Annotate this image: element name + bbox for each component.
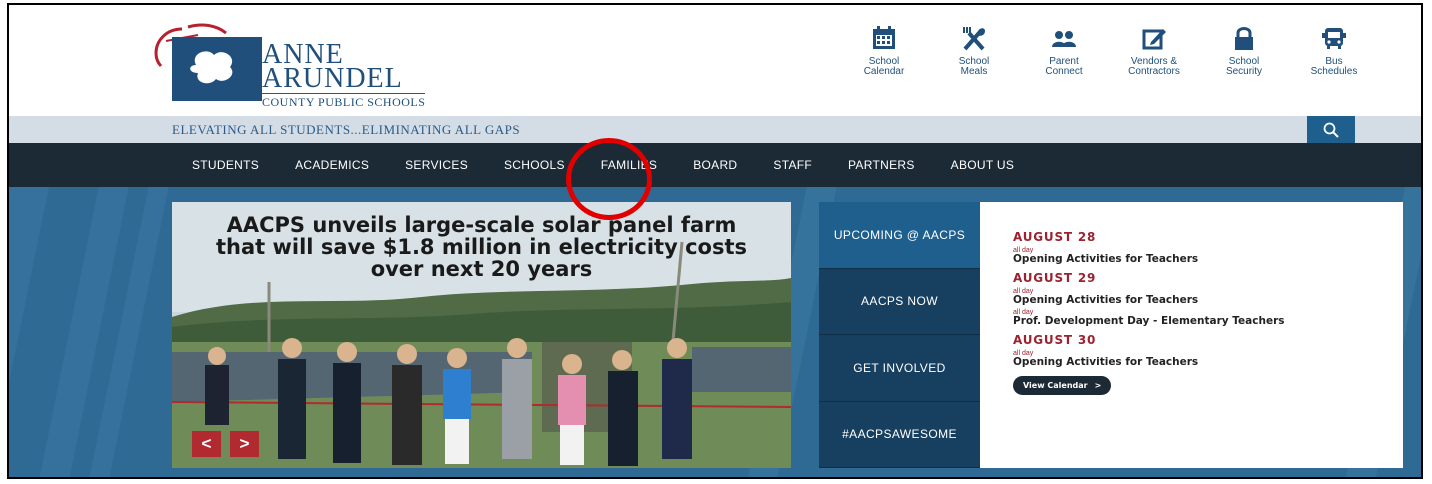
event-link[interactable]: Opening Activities for Teachers [1013, 357, 1285, 368]
events-panel: AUGUST 28 all day Opening Activities for… [980, 202, 1403, 468]
quick-link-label: Schedules [1310, 66, 1358, 77]
tab-aacpsawesome[interactable]: #AACPSAWESOME [819, 401, 980, 468]
event-date: AUGUST 30 [1013, 333, 1097, 347]
event-link[interactable]: Prof. Development Day - Elementary Teach… [1013, 316, 1285, 327]
people-icon [1052, 31, 1076, 47]
logo-line-arundel: ARUNDEL [262, 63, 403, 94]
nav-item-staff[interactable]: STAFF [755, 143, 830, 187]
lock-icon [1235, 27, 1253, 50]
tab-get-involved[interactable]: GET INVOLVED [819, 335, 980, 402]
quick-link-school-meals[interactable]: School Meals [929, 25, 1019, 95]
slide-prev-button[interactable]: < [192, 431, 221, 457]
events-list: AUGUST 28 all day Opening Activities for… [1013, 230, 1285, 395]
search-icon [1323, 122, 1339, 138]
tagline: ELEVATING ALL STUDENTS...ELIMINATING ALL… [172, 122, 521, 137]
view-calendar-button[interactable]: View Calendar > [1013, 376, 1112, 395]
utensils-icon [963, 27, 985, 51]
tab-upcoming[interactable]: UPCOMING @ AACPS [819, 202, 989, 269]
slide-next-button[interactable]: > [230, 431, 259, 457]
quick-link-parent-connect[interactable]: Parent Connect [1019, 25, 1109, 95]
nav-item-about-us[interactable]: ABOUT US [933, 143, 1033, 187]
site-logo[interactable]: ANNE ARUNDEL COUNTY PUBLIC SCHOOLS [152, 23, 452, 110]
tagline-bar: ELEVATING ALL STUDENTS...ELIMINATING ALL… [9, 116, 1421, 143]
logo-wordmark: ANNE ARUNDEL COUNTY PUBLIC SCHOOLS [262, 41, 426, 110]
search-button[interactable] [1307, 116, 1355, 143]
hero-section: AACPS unveils large-scale solar panel fa… [9, 187, 1421, 477]
slide-headline[interactable]: AACPS unveils large-scale solar panel fa… [172, 202, 791, 280]
nav-item-board[interactable]: BOARD [675, 143, 755, 187]
slide-headline-line: AACPS unveils large-scale solar panel fa… [226, 213, 737, 237]
nav-item-services[interactable]: SERVICES [387, 143, 486, 187]
nav-item-schools[interactable]: SCHOOLS [486, 143, 583, 187]
event-date: AUGUST 29 [1013, 271, 1097, 285]
quick-link-school-calendar[interactable]: School Calendar [839, 25, 929, 95]
quick-link-bus-schedules[interactable]: Bus Schedules [1289, 25, 1379, 95]
quick-link-label: Meals [960, 66, 988, 77]
nav-item-families[interactable]: FAMILIES [583, 143, 675, 187]
event-link[interactable]: Opening Activities for Teachers [1013, 295, 1285, 306]
calendar-icon [873, 26, 895, 49]
quick-link-label: Security [1225, 66, 1263, 77]
nav-item-students[interactable]: STUDENTS [174, 143, 277, 187]
site-header: ANNE ARUNDEL COUNTY PUBLIC SCHOOLS Schoo… [9, 5, 1421, 116]
logo-emblem-icon [154, 23, 262, 101]
feature-tabs: UPCOMING @ AACPS AACPS NOW GET INVOLVED … [819, 202, 989, 468]
chevron-left-icon: < [201, 434, 212, 453]
quick-link-label: Contractors [1128, 66, 1180, 77]
event-date: AUGUST 28 [1013, 230, 1097, 244]
nav-item-academics[interactable]: ACADEMICS [277, 143, 387, 187]
quick-link-school-security[interactable]: School Security [1199, 25, 1289, 95]
tab-aacps-now[interactable]: AACPS NOW [819, 268, 980, 335]
nav-item-partners[interactable]: PARTNERS [830, 143, 933, 187]
quick-links: School Calendar School Meals Parent Conn… [839, 25, 1379, 95]
main-nav-items: STUDENTS ACADEMICS SERVICES SCHOOLS FAMI… [174, 143, 1032, 187]
logo-line-county: COUNTY PUBLIC SCHOOLS [262, 93, 426, 109]
browser-frame: ANNE ARUNDEL COUNTY PUBLIC SCHOOLS Schoo… [7, 3, 1423, 479]
quick-link-label: Calendar [863, 66, 905, 77]
slide-headline-line: over next 20 years [370, 257, 593, 281]
event-link[interactable]: Opening Activities for Teachers [1013, 254, 1285, 265]
slide-headline-line: that will save $1.8 million in electrici… [216, 235, 747, 259]
quick-link-label: Connect [1045, 66, 1083, 77]
main-nav: STUDENTS ACADEMICS SERVICES SCHOOLS FAMI… [9, 143, 1421, 187]
chevron-right-icon: > [1094, 381, 1102, 390]
edit-icon [1142, 29, 1166, 50]
view-calendar-label: View Calendar [1023, 381, 1088, 390]
chevron-right-icon: > [239, 434, 250, 453]
bus-icon [1322, 28, 1346, 49]
hero-slide[interactable]: AACPS unveils large-scale solar panel fa… [172, 202, 791, 468]
quick-link-vendors-contractors[interactable]: Vendors & Contractors [1109, 25, 1199, 95]
